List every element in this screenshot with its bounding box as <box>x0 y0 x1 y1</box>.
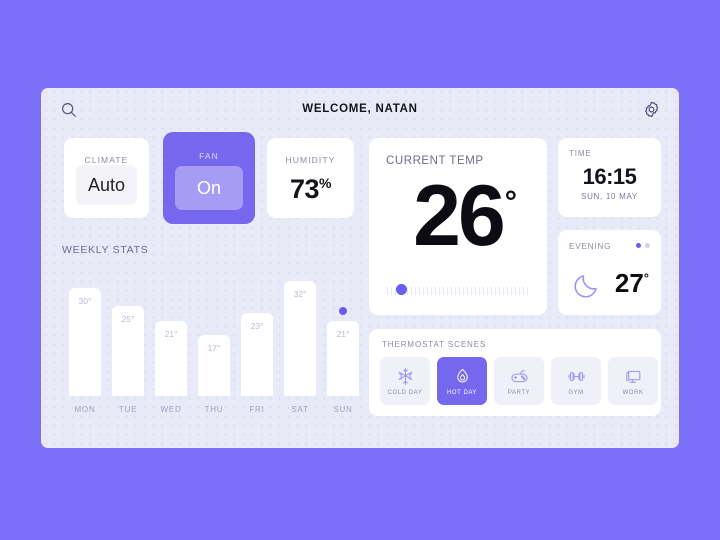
scene-label: WORK <box>622 389 644 396</box>
chart-bar-group[interactable]: 21° <box>155 321 187 396</box>
monitor-icon <box>624 367 643 386</box>
chart-bar-value: 32° <box>293 289 307 299</box>
slider-handle[interactable] <box>395 284 407 295</box>
weekly-stats-chart: 30° MON 25° TUE 21° WED 17° THU 23° FRI 32° SAT 21° S… <box>64 266 364 416</box>
chart-bar[interactable]: 23° <box>241 313 273 396</box>
scene-label: HOT DAY <box>447 389 477 396</box>
gamepad-icon <box>510 367 529 386</box>
scene-label: COLD DAY <box>387 389 423 396</box>
current-temp-card: CURRENT TEMP 26 ° <box>369 138 547 315</box>
app-screen: WELCOME, NATAN CLIMATE Auto FAN On HUMID… <box>0 0 720 540</box>
moon-icon <box>572 268 604 300</box>
scene-hot-day[interactable]: HOT DAY <box>437 357 487 405</box>
chart-bar[interactable]: 25° <box>112 306 144 396</box>
climate-value[interactable]: Auto <box>76 165 137 205</box>
chart-highlight-dot <box>339 307 347 315</box>
chart-x-label: TUE <box>118 405 138 414</box>
chart-bar[interactable]: 17° <box>198 335 230 396</box>
chart-bar-value: 21° <box>336 329 350 339</box>
chart-bar-value: 23° <box>250 321 264 331</box>
fan-label: FAN <box>199 151 219 161</box>
chart-bar-value: 25° <box>121 314 135 324</box>
evening-dot-2[interactable] <box>645 243 650 248</box>
evening-temp-degree: ° <box>643 270 649 286</box>
slider-ticks <box>387 287 531 295</box>
chart-x-label: SUN <box>333 405 353 414</box>
header: WELCOME, NATAN <box>41 88 679 133</box>
chart-bar-group[interactable]: 30° <box>69 288 101 396</box>
scene-cold-day[interactable]: COLD DAY <box>380 357 430 405</box>
humidity-value: 73% <box>267 174 354 205</box>
temperature-slider[interactable] <box>387 284 531 297</box>
scene-party[interactable]: PARTY <box>494 357 544 405</box>
thermostat-scenes-title: THERMOSTAT SCENES <box>382 340 487 349</box>
weekly-stats-title: WEEKLY STATS <box>62 244 149 256</box>
chart-bar[interactable]: 21° <box>327 307 359 396</box>
current-temp-label: CURRENT TEMP <box>386 155 484 167</box>
humidity-label: HUMIDITY <box>285 155 336 165</box>
chart-bar[interactable]: 21° <box>155 321 187 396</box>
time-label: TIME <box>569 149 592 158</box>
scene-list: COLD DAY HOT DAY PARTY GYM WORK <box>380 357 658 405</box>
fan-card[interactable]: FAN On <box>163 132 255 224</box>
dashboard-panel: WELCOME, NATAN CLIMATE Auto FAN On HUMID… <box>41 88 679 448</box>
thermostat-scenes-card: THERMOSTAT SCENES COLD DAY HOT DAY PARTY GY… <box>369 329 661 416</box>
scene-label: GYM <box>568 389 584 396</box>
chart-x-label: MON <box>74 405 96 414</box>
scene-gym[interactable]: GYM <box>551 357 601 405</box>
climate-card[interactable]: CLIMATE Auto <box>64 138 149 218</box>
scene-work[interactable]: WORK <box>608 357 658 405</box>
fan-toggle[interactable]: On <box>175 166 243 210</box>
chart-bar-group[interactable]: 25° <box>112 306 144 396</box>
current-temp-degree: ° <box>504 184 517 219</box>
snowflake-icon <box>396 367 415 386</box>
evening-card[interactable]: EVENING 27° <box>558 230 661 315</box>
chart-bar-group[interactable]: 23° <box>241 313 273 396</box>
time-date: SUN, 10 MAY <box>581 192 638 201</box>
flame-icon <box>453 367 472 386</box>
humidity-card[interactable]: HUMIDITY 73% <box>267 138 354 218</box>
dumbbell-icon <box>567 367 586 386</box>
chart-bar[interactable]: 32° <box>284 281 316 396</box>
evening-label: EVENING <box>569 242 612 251</box>
evening-pagination[interactable] <box>636 243 650 248</box>
chart-bar-value: 21° <box>164 329 178 339</box>
gear-icon[interactable] <box>642 100 661 119</box>
evening-temp-value: 27 <box>614 268 644 298</box>
chart-bar-value: 17° <box>207 343 221 353</box>
scene-label: PARTY <box>507 389 531 396</box>
chart-x-label: THU <box>204 405 224 414</box>
time-card: TIME 16:15 SUN, 10 MAY <box>558 138 661 217</box>
current-temp-value: 26 <box>413 168 506 264</box>
chart-bar-group[interactable]: 21° <box>327 307 359 396</box>
chart-bar-group[interactable]: 32° <box>284 281 316 396</box>
humidity-number: 73 <box>290 174 320 204</box>
page-title: WELCOME, NATAN <box>302 103 418 115</box>
chart-bar-value: 30° <box>78 296 92 306</box>
evening-dot-1[interactable] <box>636 243 641 248</box>
chart-bar-group[interactable]: 17° <box>198 335 230 396</box>
evening-temp: 27° <box>615 268 649 299</box>
chart-x-label: SAT <box>291 405 309 414</box>
chart-x-label: FRI <box>249 405 265 414</box>
humidity-unit: % <box>319 175 331 191</box>
climate-label: CLIMATE <box>84 155 129 165</box>
chart-x-label: WED <box>160 405 182 414</box>
chart-bar[interactable]: 30° <box>69 288 101 396</box>
time-value: 16:15 <box>582 164 637 189</box>
